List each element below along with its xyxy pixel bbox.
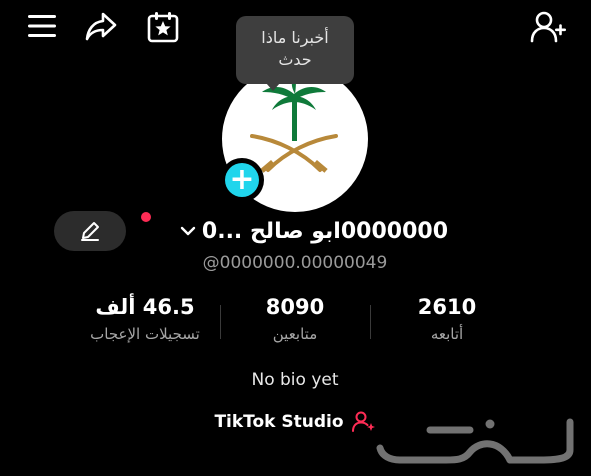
plus-icon: +	[225, 163, 259, 197]
status-prompt-tooltip[interactable]: أخبرنا ماذا حدث	[236, 16, 354, 84]
likes-count: 46.5 ألف	[95, 295, 195, 319]
add-user-icon[interactable]	[530, 10, 568, 44]
calendar-star-icon[interactable]	[146, 10, 180, 44]
chevron-down-icon[interactable]	[180, 222, 196, 241]
followers-label: متابعين	[272, 325, 318, 343]
display-name-row[interactable]: 0000000ابو صالح ...0	[148, 214, 448, 248]
stat-following[interactable]: 2610 أتابعه	[362, 293, 532, 345]
display-name: 0000000ابو صالح ...0	[201, 218, 448, 244]
username-handle: @0000000.00000049	[202, 253, 388, 273]
share-arrow-icon[interactable]	[84, 10, 118, 42]
stat-followers[interactable]: 8090 متابعين	[210, 293, 380, 345]
edit-profile-button[interactable]	[54, 211, 126, 251]
pencil-icon	[79, 220, 101, 242]
tooltip-line-2: حدث	[278, 50, 312, 69]
likes-label: تسجيلات الإعجاب	[90, 325, 200, 343]
following-count: 2610	[417, 295, 477, 319]
add-avatar-button[interactable]: +	[220, 158, 264, 202]
followers-count: 8090	[265, 295, 325, 319]
hamburger-menu-icon[interactable]	[26, 12, 58, 40]
following-label: أتابعه	[430, 325, 464, 343]
tooltip-tail	[266, 83, 280, 91]
studio-label: TikTok Studio	[214, 412, 344, 432]
watermark-logo	[360, 410, 590, 472]
stat-likes[interactable]: 46.5 ألف تسجيلات الإعجاب	[60, 293, 230, 345]
tooltip-line-1: أخبرنا ماذا	[261, 28, 329, 47]
bio-text[interactable]: No bio yet	[150, 370, 440, 390]
